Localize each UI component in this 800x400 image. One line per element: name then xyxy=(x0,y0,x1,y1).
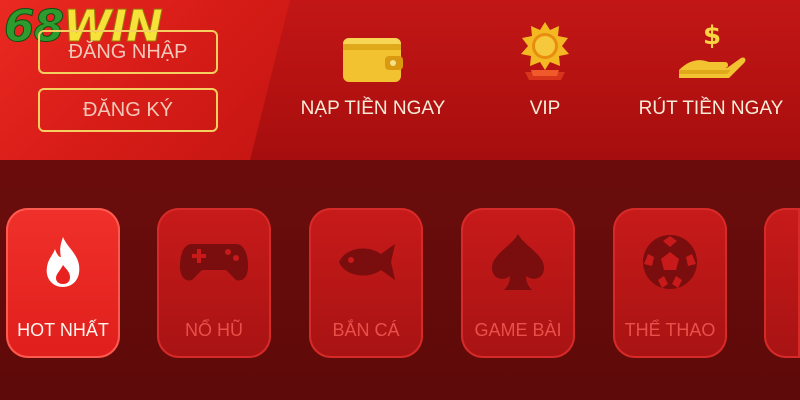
deposit-label: NẠP TIỀN NGAY xyxy=(300,98,446,119)
vip-badge-icon xyxy=(517,14,573,84)
category-fishing[interactable]: BẮN CÁ xyxy=(309,208,423,358)
register-button[interactable]: ĐĂNG KÝ xyxy=(38,88,218,132)
flame-icon xyxy=(43,232,83,292)
category-label: THỂ THAO xyxy=(624,320,716,340)
category-label: BẮN CÁ xyxy=(332,320,400,340)
category-label: NỔ HŨ xyxy=(185,320,243,340)
category-label: HOT NHẤT xyxy=(17,320,109,340)
login-button[interactable]: ĐĂNG NHẬP xyxy=(38,30,218,74)
vip-label: VIP xyxy=(529,98,561,119)
fish-icon xyxy=(331,232,401,292)
gamepad-icon xyxy=(178,232,250,292)
svg-text:$: $ xyxy=(703,21,721,51)
vip-button[interactable]: VIP xyxy=(500,14,590,144)
soccer-ball-icon xyxy=(640,232,700,292)
wallet-icon xyxy=(341,14,405,84)
withdraw-now-button[interactable]: $ RÚT TIỀN NGAY xyxy=(636,14,786,144)
withdraw-label: RÚT TIỀN NGAY xyxy=(638,98,784,119)
category-label: GAME BÀI xyxy=(474,320,562,340)
spade-icon xyxy=(488,232,548,292)
hand-dollar-icon: $ xyxy=(675,14,747,84)
category-card-games[interactable]: GAME BÀI xyxy=(461,208,575,358)
category-slots[interactable]: NỔ HŨ xyxy=(157,208,271,358)
category-hot[interactable]: HOT NHẤT xyxy=(6,208,120,358)
category-sports[interactable]: THỂ THAO xyxy=(613,208,727,358)
top-header: 68WIN ĐĂNG NHẬP ĐĂNG KÝ NẠP TIỀN NGAY VI… xyxy=(0,0,800,160)
deposit-now-button[interactable]: NẠP TIỀN NGAY xyxy=(298,14,448,144)
game-category-row: HOT NHẤT NỔ HŨ BẮN CÁ GAME BÀI THỂ THAO xyxy=(0,160,800,400)
category-partial[interactable] xyxy=(764,208,800,358)
